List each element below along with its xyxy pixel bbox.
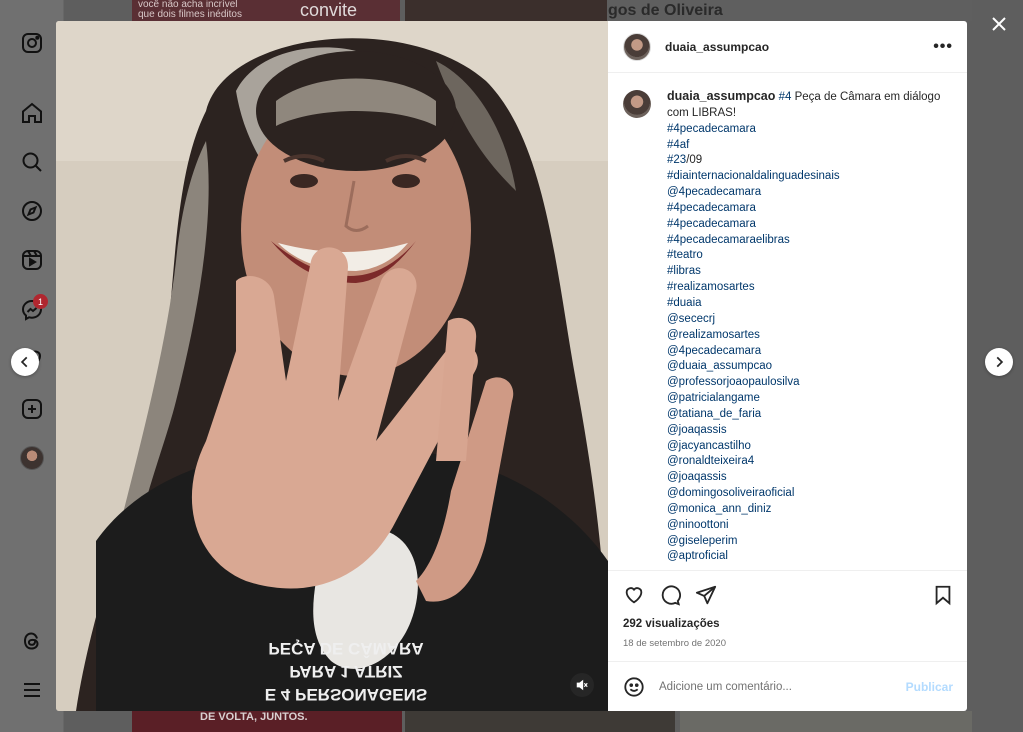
feed-tile-title: convite <box>300 0 358 20</box>
caption-mention[interactable]: @patricialangame <box>667 391 952 407</box>
home-icon[interactable] <box>19 100 45 126</box>
post-sidebar: duaia_assumpcao ••• duaia_assumpcao #4 P… <box>608 21 967 711</box>
caption-author-avatar[interactable] <box>623 90 651 118</box>
caption-hashtag[interactable]: #teatro <box>667 248 952 264</box>
share-icon <box>695 585 717 604</box>
author-avatar[interactable] <box>623 32 651 61</box>
like-button[interactable] <box>622 583 646 607</box>
feed-tile-text: DE VOLTA, JUNTOS. <box>200 711 308 723</box>
caption-mention[interactable]: @professorjoaopaulosilva <box>667 375 952 391</box>
shirt-text-line: E 4 PERSONAGENS <box>265 685 428 704</box>
previous-post-button[interactable] <box>11 348 39 376</box>
feed-tile[interactable] <box>405 0 607 21</box>
caption-mention[interactable]: @tatiana_de_faria <box>667 407 952 423</box>
post-header: duaia_assumpcao ••• <box>608 21 967 73</box>
caption-username[interactable]: duaia_assumpcao <box>667 89 775 103</box>
caption-mention[interactable]: @ronaldteixeira4 <box>667 454 952 470</box>
caption-hashtag[interactable]: #realizamosartes <box>667 280 952 296</box>
publish-button[interactable]: Publicar <box>906 680 953 694</box>
caption-mention[interactable]: @4pecadecamara <box>667 185 952 201</box>
caption-mention[interactable]: @monica_ann_diniz <box>667 502 952 518</box>
close-icon <box>992 17 1006 31</box>
caption-hashtag[interactable]: #4pecadecamara <box>667 217 952 233</box>
feed-tile[interactable] <box>680 711 972 732</box>
post-actions <box>608 570 967 618</box>
close-button[interactable] <box>987 12 1011 36</box>
caption-mention[interactable]: @aptroficial <box>667 549 952 565</box>
instagram-icon[interactable] <box>19 30 45 56</box>
feed-tile-text: você não acha incrível que dois filmes i… <box>138 0 242 20</box>
comment-input[interactable] <box>659 680 906 693</box>
notification-badge: 1 <box>33 294 48 309</box>
mute-button[interactable] <box>570 673 594 697</box>
share-button[interactable] <box>694 583 718 607</box>
caption-mention[interactable]: @realizamosartes <box>667 328 952 344</box>
caption-mention[interactable]: @joaqassis <box>667 470 952 486</box>
caption-mention[interactable]: @giseleperim <box>667 534 952 550</box>
menu-icon[interactable] <box>19 677 45 703</box>
threads-icon[interactable] <box>19 628 45 654</box>
caption-mention[interactable]: @joaqassis <box>667 423 952 439</box>
views-count[interactable]: 292 visualizações <box>608 618 967 636</box>
caption-mention[interactable]: @domingosoliveiraoficial <box>667 486 952 502</box>
create-icon[interactable] <box>19 396 45 422</box>
chevron-right-icon <box>996 356 1004 368</box>
caption-hashtag[interactable]: #23 <box>667 154 686 166</box>
more-options-icon[interactable]: ••• <box>933 38 953 56</box>
muted-speaker-icon <box>576 679 588 691</box>
comment-icon <box>661 584 681 606</box>
heart-icon <box>625 586 643 603</box>
caption-mention[interactable]: @sececrj <box>667 312 952 328</box>
reels-icon[interactable] <box>19 247 45 273</box>
bookmark-icon <box>935 585 951 605</box>
search-icon[interactable] <box>19 149 45 175</box>
caption-hashtag[interactable]: #4pecadecamara <box>667 122 952 138</box>
caption-hashtag[interactable]: #4pecadecamara <box>667 201 952 217</box>
caption-hashtag[interactable]: #4pecadecamaraelibras <box>667 233 952 249</box>
caption-mention[interactable]: @jacyancastilho <box>667 439 952 455</box>
feed-tile[interactable] <box>405 711 675 732</box>
caption-mention[interactable]: @ninoottoni <box>667 518 952 534</box>
author-username[interactable]: duaia_assumpcao <box>665 40 769 54</box>
caption-text: duaia_assumpcao #4 Peça de Câmara em diá… <box>667 89 952 570</box>
feed-tile-title: gos de Oliveira <box>608 2 723 19</box>
caption-hashtag[interactable]: #4af <box>667 138 952 154</box>
video-frame: PEÇA DE CÂMARA PARA 1 ATRIZ E 4 PERSONAG… <box>56 21 608 711</box>
caption-hashtag[interactable]: #duaia <box>667 296 952 312</box>
chevron-left-icon <box>20 356 28 368</box>
comment-bar: Publicar <box>608 661 967 711</box>
shirt-text-line: PARA 1 ATRIZ <box>289 662 402 681</box>
shirt-text-line: PEÇA DE CÂMARA <box>268 639 423 658</box>
post-date[interactable]: 18 de setembro de 2020 <box>608 636 967 661</box>
emoji-icon[interactable] <box>623 676 645 698</box>
comment-button[interactable] <box>658 583 682 607</box>
next-post-button[interactable] <box>985 348 1013 376</box>
caption-section: duaia_assumpcao #4 Peça de Câmara em diá… <box>608 73 967 570</box>
caption-mention[interactable]: @4pecadecamara <box>667 344 952 360</box>
save-button[interactable] <box>931 583 955 607</box>
post-video[interactable]: PEÇA DE CÂMARA PARA 1 ATRIZ E 4 PERSONAG… <box>56 21 608 711</box>
caption-hashtag[interactable]: #libras <box>667 264 952 280</box>
caption-hashtag[interactable]: #4 <box>779 91 792 103</box>
caption-mention[interactable]: @duaia_assumpcao <box>667 359 952 375</box>
caption-hashtag[interactable]: #diainternacionaldalinguadesinais <box>667 169 952 185</box>
post-modal: PEÇA DE CÂMARA PARA 1 ATRIZ E 4 PERSONAG… <box>56 21 967 711</box>
profile-avatar[interactable] <box>20 446 44 470</box>
caption-date-text: /09 <box>686 154 703 167</box>
explore-icon[interactable] <box>19 198 45 224</box>
